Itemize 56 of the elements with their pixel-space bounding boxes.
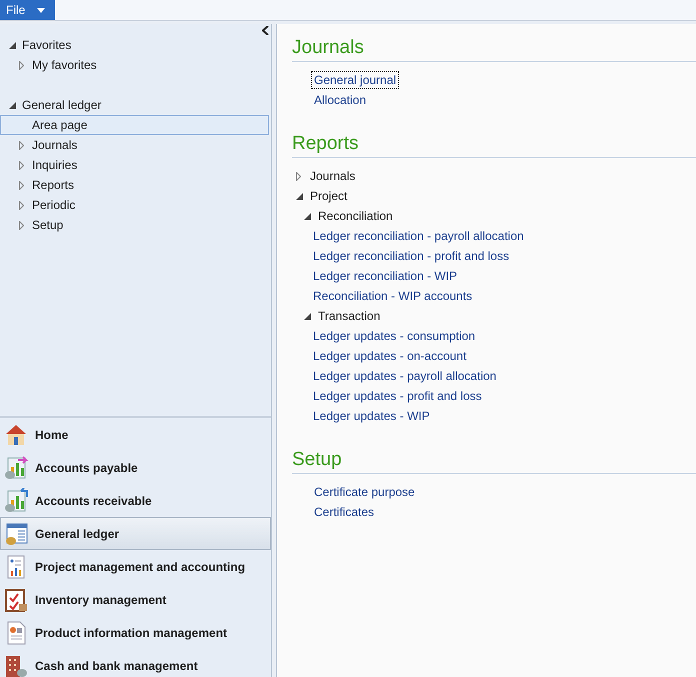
report-link[interactable]: Ledger reconciliation - payroll allocation [312,228,525,244]
chart-coins-icon [3,454,29,480]
collapse-pane-icon[interactable] [262,26,269,35]
collapsed-icon[interactable] [296,172,301,180]
report-link[interactable]: Reconciliation - WIP accounts [312,288,474,304]
nav-tree-item[interactable]: Reports [0,175,269,195]
module-button[interactable]: Accounts payable [0,451,271,484]
section-heading: Journals [292,36,696,62]
link[interactable]: Allocation [311,91,370,109]
tree-item[interactable]: Journals [310,169,356,183]
report-link[interactable]: Ledger reconciliation - WIP [312,268,458,284]
chart-coins-icon [3,488,29,514]
expanded-icon[interactable] [304,312,311,320]
report-link[interactable]: Ledger updates - consumption [312,328,476,344]
collapsed-icon [19,220,24,230]
file-menu-button[interactable]: File [0,0,55,20]
report-link[interactable]: Ledger updates - payroll allocation [312,368,498,384]
report-link[interactable]: Ledger updates - WIP [312,408,431,424]
caret-icon [37,8,46,12]
module-button[interactable]: General ledger [0,517,271,550]
expanded-icon[interactable] [304,212,311,220]
nav-tree-item[interactable]: Journals [0,135,269,155]
collapsed-icon [19,160,24,170]
clipboard-icon [3,586,29,612]
module-button[interactable]: Cash and bank management [0,649,271,677]
nav-tree-item[interactable]: My favorites [0,55,269,75]
link[interactable]: General journal [311,71,400,89]
nav-tree-item[interactable]: Setup [0,215,269,235]
nav-tree-item[interactable]: Area page [0,115,269,135]
link[interactable]: Certificate purpose [311,483,418,501]
tree-item[interactable]: Project [310,189,348,203]
collapsed-icon [19,140,24,150]
module-button[interactable]: Project management and accounting [0,550,271,583]
section-heading: Setup [292,448,696,474]
ledger-icon [3,520,29,546]
nav-tree-item[interactable]: Periodic [0,195,269,215]
report-link[interactable]: Ledger reconciliation - profit and loss [312,248,510,264]
module-button[interactable]: Accounts receivable [0,484,271,517]
tree-item[interactable]: Transaction [318,309,380,323]
collapsed-icon [19,60,24,70]
module-button[interactable]: Inventory management [0,583,271,616]
nav-tree-item[interactable]: Inquiries [0,155,269,175]
collapsed-icon [19,200,24,210]
collapsed-icon [19,180,24,190]
report-link[interactable]: Ledger updates - profit and loss [312,388,483,404]
tree-item[interactable]: Reconciliation [318,209,393,223]
link[interactable]: Certificates [311,503,378,521]
nav-tree-item[interactable]: Favorites [0,35,269,55]
report-link[interactable]: Ledger updates - on-account [312,348,468,364]
expanded-icon [9,42,16,48]
nav-tree-item[interactable]: General ledger [0,95,269,115]
expanded-icon [9,102,16,108]
module-button[interactable]: Home [0,418,271,451]
section-heading: Reports [292,132,696,158]
module-button[interactable]: Product information management [0,616,271,649]
expanded-icon[interactable] [296,192,303,200]
